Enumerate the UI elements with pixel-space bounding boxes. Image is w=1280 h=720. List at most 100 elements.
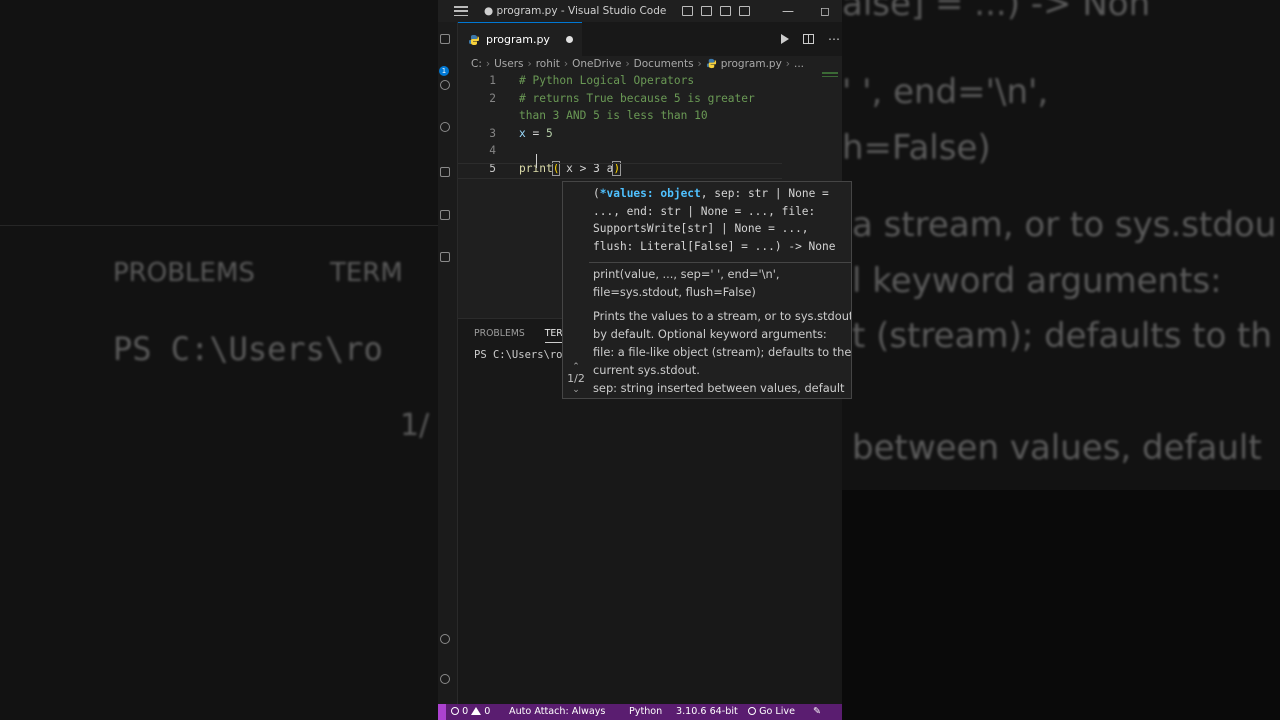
- background-text: h=False): [842, 128, 991, 168]
- code-token: =: [525, 127, 546, 140]
- breadcrumb-item[interactable]: program.py: [721, 58, 782, 70]
- tab-problems[interactable]: PROBLEMS: [474, 328, 525, 343]
- editor-tab-bar: program.py ⋯: [458, 22, 842, 56]
- explorer-icon[interactable]: [440, 34, 450, 44]
- line-number: 1: [489, 74, 496, 87]
- chevron-up-icon[interactable]: ⌃: [563, 362, 589, 372]
- error-count: 0: [462, 706, 469, 717]
- background-divider: [0, 225, 438, 226]
- signature-text: ..., end: str | None = ..., file:: [593, 204, 816, 218]
- chevron-right-icon: ›: [697, 57, 702, 70]
- go-live-button[interactable]: Go Live: [748, 706, 795, 717]
- background-overload: 1/: [400, 408, 430, 443]
- overload-counter: 1/2: [567, 372, 585, 385]
- background-text: l keyword arguments:: [852, 261, 1222, 301]
- tab-program-py[interactable]: program.py: [458, 22, 582, 56]
- overload-navigator: ⌃ 1/2 ⌄: [563, 362, 589, 395]
- window-controls: — ◻: [782, 0, 842, 22]
- toggle-sidebar-icon[interactable]: [682, 6, 694, 16]
- remote-indicator-icon[interactable]: [438, 704, 446, 720]
- background-prompt: PS C:\Users\ro: [113, 330, 383, 368]
- background-dark-area: [842, 490, 1280, 720]
- chevron-right-icon: ›: [485, 57, 491, 70]
- background-right: alse] = ...) -> Non ' ', end='\n', h=Fal…: [842, 0, 1280, 720]
- customize-layout-icon[interactable]: [739, 6, 751, 16]
- warning-icon: [471, 707, 482, 715]
- background-text: a stream, or to sys.stdou: [852, 205, 1277, 245]
- title-bar: ● program.py - Visual Studio Code — ◻: [438, 0, 842, 22]
- account-icon[interactable]: [440, 634, 450, 644]
- active-parameter: *values: object: [599, 187, 701, 200]
- breadcrumb-item[interactable]: rohit: [536, 58, 560, 70]
- current-line-highlight: [458, 163, 782, 179]
- doc-text: by default. Optional keyword arguments:: [593, 327, 827, 341]
- menu-icon[interactable]: [454, 6, 468, 16]
- status-bar: 0 0 Auto Attach: Always Python 3.10.6 64…: [438, 704, 842, 720]
- toggle-panel-icon[interactable]: [701, 6, 713, 16]
- more-actions-icon[interactable]: ⋯: [828, 32, 840, 46]
- code-line: # Python Logical Operators: [519, 74, 695, 87]
- chevron-right-icon: ›: [527, 57, 532, 70]
- source-control-icon[interactable]: [440, 122, 450, 132]
- background-left: PROBLEMS TERM PS C:\Users\ro 1/: [0, 0, 438, 720]
- breadcrumb-item[interactable]: Users: [494, 58, 523, 70]
- signature-text: flush: Literal[False] = ...) -> None: [593, 239, 836, 253]
- usage-text: print(value, ..., sep=' ', end='\n',: [593, 267, 780, 281]
- broadcast-icon: [748, 707, 756, 715]
- chevron-down-icon[interactable]: ⌄: [563, 385, 589, 395]
- usage-text: file=sys.stdout, flush=False): [593, 285, 756, 299]
- terminal-prompt[interactable]: PS C:\Users\ro: [474, 349, 563, 361]
- run-debug-icon[interactable]: [440, 167, 450, 177]
- mouse-ibeam-cursor-icon: [536, 154, 537, 168]
- error-icon: [451, 707, 459, 715]
- extensions-icon[interactable]: [440, 210, 450, 220]
- panel-tabs: PROBLEMS TERM: [474, 328, 571, 343]
- language-mode[interactable]: Python: [629, 706, 662, 717]
- background-text: t (stream); defaults to th: [852, 316, 1273, 356]
- code-token: 5: [545, 127, 553, 140]
- background-text: ' ', end='\n',: [842, 72, 1049, 112]
- line-number: 4: [489, 144, 496, 157]
- breadcrumb: C: › Users › rohit › OneDrive › Document…: [471, 56, 804, 71]
- search-icon[interactable]: [440, 80, 450, 90]
- run-icon[interactable]: [781, 34, 789, 44]
- doc-text: current sys.stdout.: [593, 363, 700, 377]
- layout-controls: [682, 6, 751, 16]
- chevron-right-icon: ›: [785, 57, 790, 70]
- chevron-right-icon: ›: [563, 57, 569, 70]
- background-problems-tab: PROBLEMS: [113, 258, 255, 288]
- parameter-hints-popup: (*values: object, sep: str | None = ...,…: [562, 181, 852, 399]
- code-line-wrapped: than 3 AND 5 is less than 10: [519, 109, 708, 122]
- unsaved-dot-icon[interactable]: [565, 36, 573, 43]
- python-file-icon: [469, 34, 479, 45]
- feedback-icon[interactable]: ✎: [813, 706, 821, 717]
- signature-text: , sep: str | None =: [700, 187, 829, 200]
- doc-text: file: a file-like object (stream); defau…: [593, 345, 852, 359]
- warning-count: 0: [484, 706, 491, 717]
- breadcrumb-item[interactable]: Documents: [634, 58, 694, 70]
- notification-badge: 1: [439, 66, 449, 76]
- background-text: between values, default: [852, 428, 1262, 468]
- problems-status[interactable]: 0 0: [451, 706, 490, 717]
- code-line: x = 5: [519, 127, 553, 140]
- split-editor-icon[interactable]: [803, 34, 814, 44]
- breadcrumb-item[interactable]: OneDrive: [572, 58, 621, 70]
- activity-bar: 1: [438, 22, 458, 704]
- code-token: x: [519, 127, 526, 140]
- maximize-icon[interactable]: ◻: [820, 4, 830, 18]
- background-text: alse] = ...) -> Non: [842, 0, 1151, 24]
- minimize-icon[interactable]: —: [782, 4, 794, 18]
- signature-text: SupportsWrite[str] | None = ...,: [593, 222, 809, 236]
- python-interpreter[interactable]: 3.10.6 64-bit: [676, 706, 738, 717]
- code-line: # returns True because 5 is greater: [519, 92, 755, 105]
- doc-text: sep: string inserted between values, def…: [593, 381, 845, 395]
- go-live-label: Go Live: [759, 706, 796, 717]
- settings-gear-icon[interactable]: [440, 674, 450, 684]
- toggle-secondary-sidebar-icon[interactable]: [720, 6, 732, 16]
- window-title: ● program.py - Visual Studio Code: [484, 5, 667, 17]
- auto-attach-status[interactable]: Auto Attach: Always: [509, 706, 605, 717]
- background-terminal-tab: TERM: [330, 258, 403, 288]
- breadcrumb-item[interactable]: ...: [794, 58, 804, 70]
- breadcrumb-item[interactable]: C:: [471, 58, 482, 70]
- remote-explorer-icon[interactable]: [440, 252, 450, 262]
